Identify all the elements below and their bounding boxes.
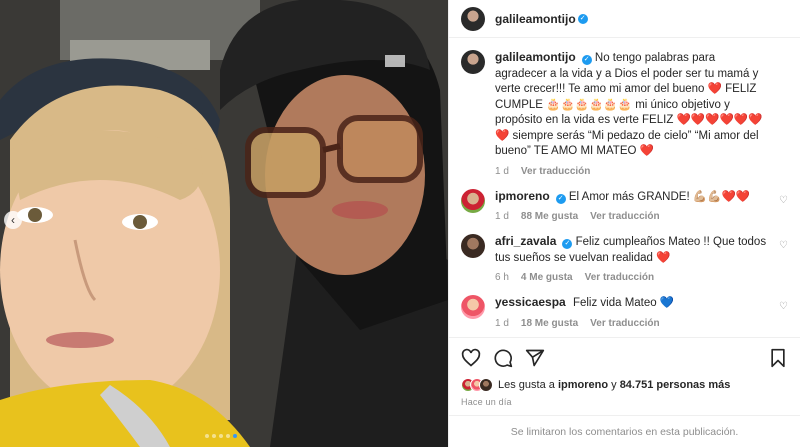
carousel-dots [205, 434, 237, 438]
bookmark-icon[interactable] [768, 348, 788, 368]
caption: galileamontijo ✓ No tengo palabras para a… [461, 50, 788, 177]
comment-likes[interactable]: 18 Me gusta [521, 318, 578, 329]
carousel-dot [212, 434, 216, 438]
comment-likes[interactable]: 88 Me gusta [521, 211, 578, 222]
comment-text: Feliz vida Mateo 💙 [572, 297, 675, 309]
translate-button[interactable]: Ver traducción [590, 211, 659, 222]
comment-username[interactable]: yessicaespa [495, 295, 566, 309]
comment-time[interactable]: 1 d [495, 211, 509, 222]
verified-icon: ✓ [581, 55, 592, 65]
translate-button[interactable]: Ver traducción [585, 272, 654, 283]
caption-time[interactable]: 1 d [495, 166, 509, 177]
caption-username[interactable]: galileamontijo [495, 50, 576, 64]
heart-icon[interactable] [461, 348, 481, 368]
comment-time[interactable]: 6 h [495, 272, 509, 283]
share-icon[interactable] [525, 348, 545, 368]
comment-like-heart-icon[interactable]: ♡ [779, 240, 788, 251]
comments-list[interactable]: galileamontijo ✓ No tengo palabras para a… [449, 38, 800, 337]
carousel-dot [226, 434, 230, 438]
post-side-panel: galileamontijo ✓ galileamontijo ✓ No teng… [448, 0, 800, 447]
photo-illustration [0, 0, 448, 447]
comment-username[interactable]: ipmoreno [495, 189, 550, 203]
post-photo[interactable]: ‹ [0, 0, 448, 447]
comment-like-heart-icon[interactable]: ♡ [779, 195, 788, 206]
post-header: galileamontijo ✓ [449, 0, 800, 38]
avatar[interactable] [461, 234, 485, 258]
avatar [479, 378, 493, 392]
translate-button[interactable]: Ver traducción [521, 166, 590, 177]
avatar[interactable] [461, 188, 485, 213]
comment-likes[interactable]: 4 Me gusta [521, 272, 573, 283]
avatar[interactable] [461, 6, 485, 31]
comment-item: yessicaespa Feliz vida Mateo 💙 1 d 18 Me… [461, 295, 788, 329]
verified-icon: ✓ [577, 13, 588, 24]
avatar[interactable] [461, 50, 485, 74]
chevron-left-icon[interactable]: ‹ [4, 211, 22, 229]
carousel-dot [205, 434, 209, 438]
comment-item: afri_zavala ✓ Feliz cumpleaños Mateo !! Q… [461, 234, 788, 283]
likes-summary[interactable]: Les gusta a ipmoreno y 84.751 personas m… [449, 377, 800, 393]
translate-button[interactable]: Ver traducción [590, 318, 659, 329]
verified-icon: ✓ [562, 239, 573, 249]
likes-first-user[interactable]: ipmoreno [558, 379, 608, 391]
caption-text: No tengo palabras para agradecer a la vi… [495, 52, 763, 157]
avatar[interactable] [461, 295, 485, 319]
post-timestamp[interactable]: Hace un día [449, 393, 800, 415]
comment-text: El Amor más GRANDE! 💪🏼💪🏼❤️❤️ [568, 190, 751, 203]
comment-username[interactable]: afri_zavala [495, 234, 556, 248]
likes-count[interactable]: 84.751 personas más [620, 379, 731, 391]
carousel-dot [219, 434, 223, 438]
verified-icon: ✓ [555, 193, 566, 204]
post-author-username[interactable]: galileamontijo [495, 12, 576, 26]
likes-joiner: y [611, 379, 617, 391]
carousel-dot-active [233, 434, 237, 438]
comments-limited-notice: Se limitaron los comentarios en esta pub… [449, 415, 800, 447]
likes-prefix: Les gusta a [498, 379, 555, 391]
post-viewer: ‹ galileamontijo ✓ galileamontijo ✓ No te… [0, 0, 800, 447]
comment-like-heart-icon[interactable]: ♡ [779, 301, 788, 312]
comment-item: ipmoreno ✓ El Amor más GRANDE! 💪🏼💪🏼❤️❤️ 1… [461, 188, 788, 222]
comment-time[interactable]: 1 d [495, 318, 509, 329]
post-actions-bar [449, 337, 800, 377]
comment-icon[interactable] [493, 348, 513, 368]
